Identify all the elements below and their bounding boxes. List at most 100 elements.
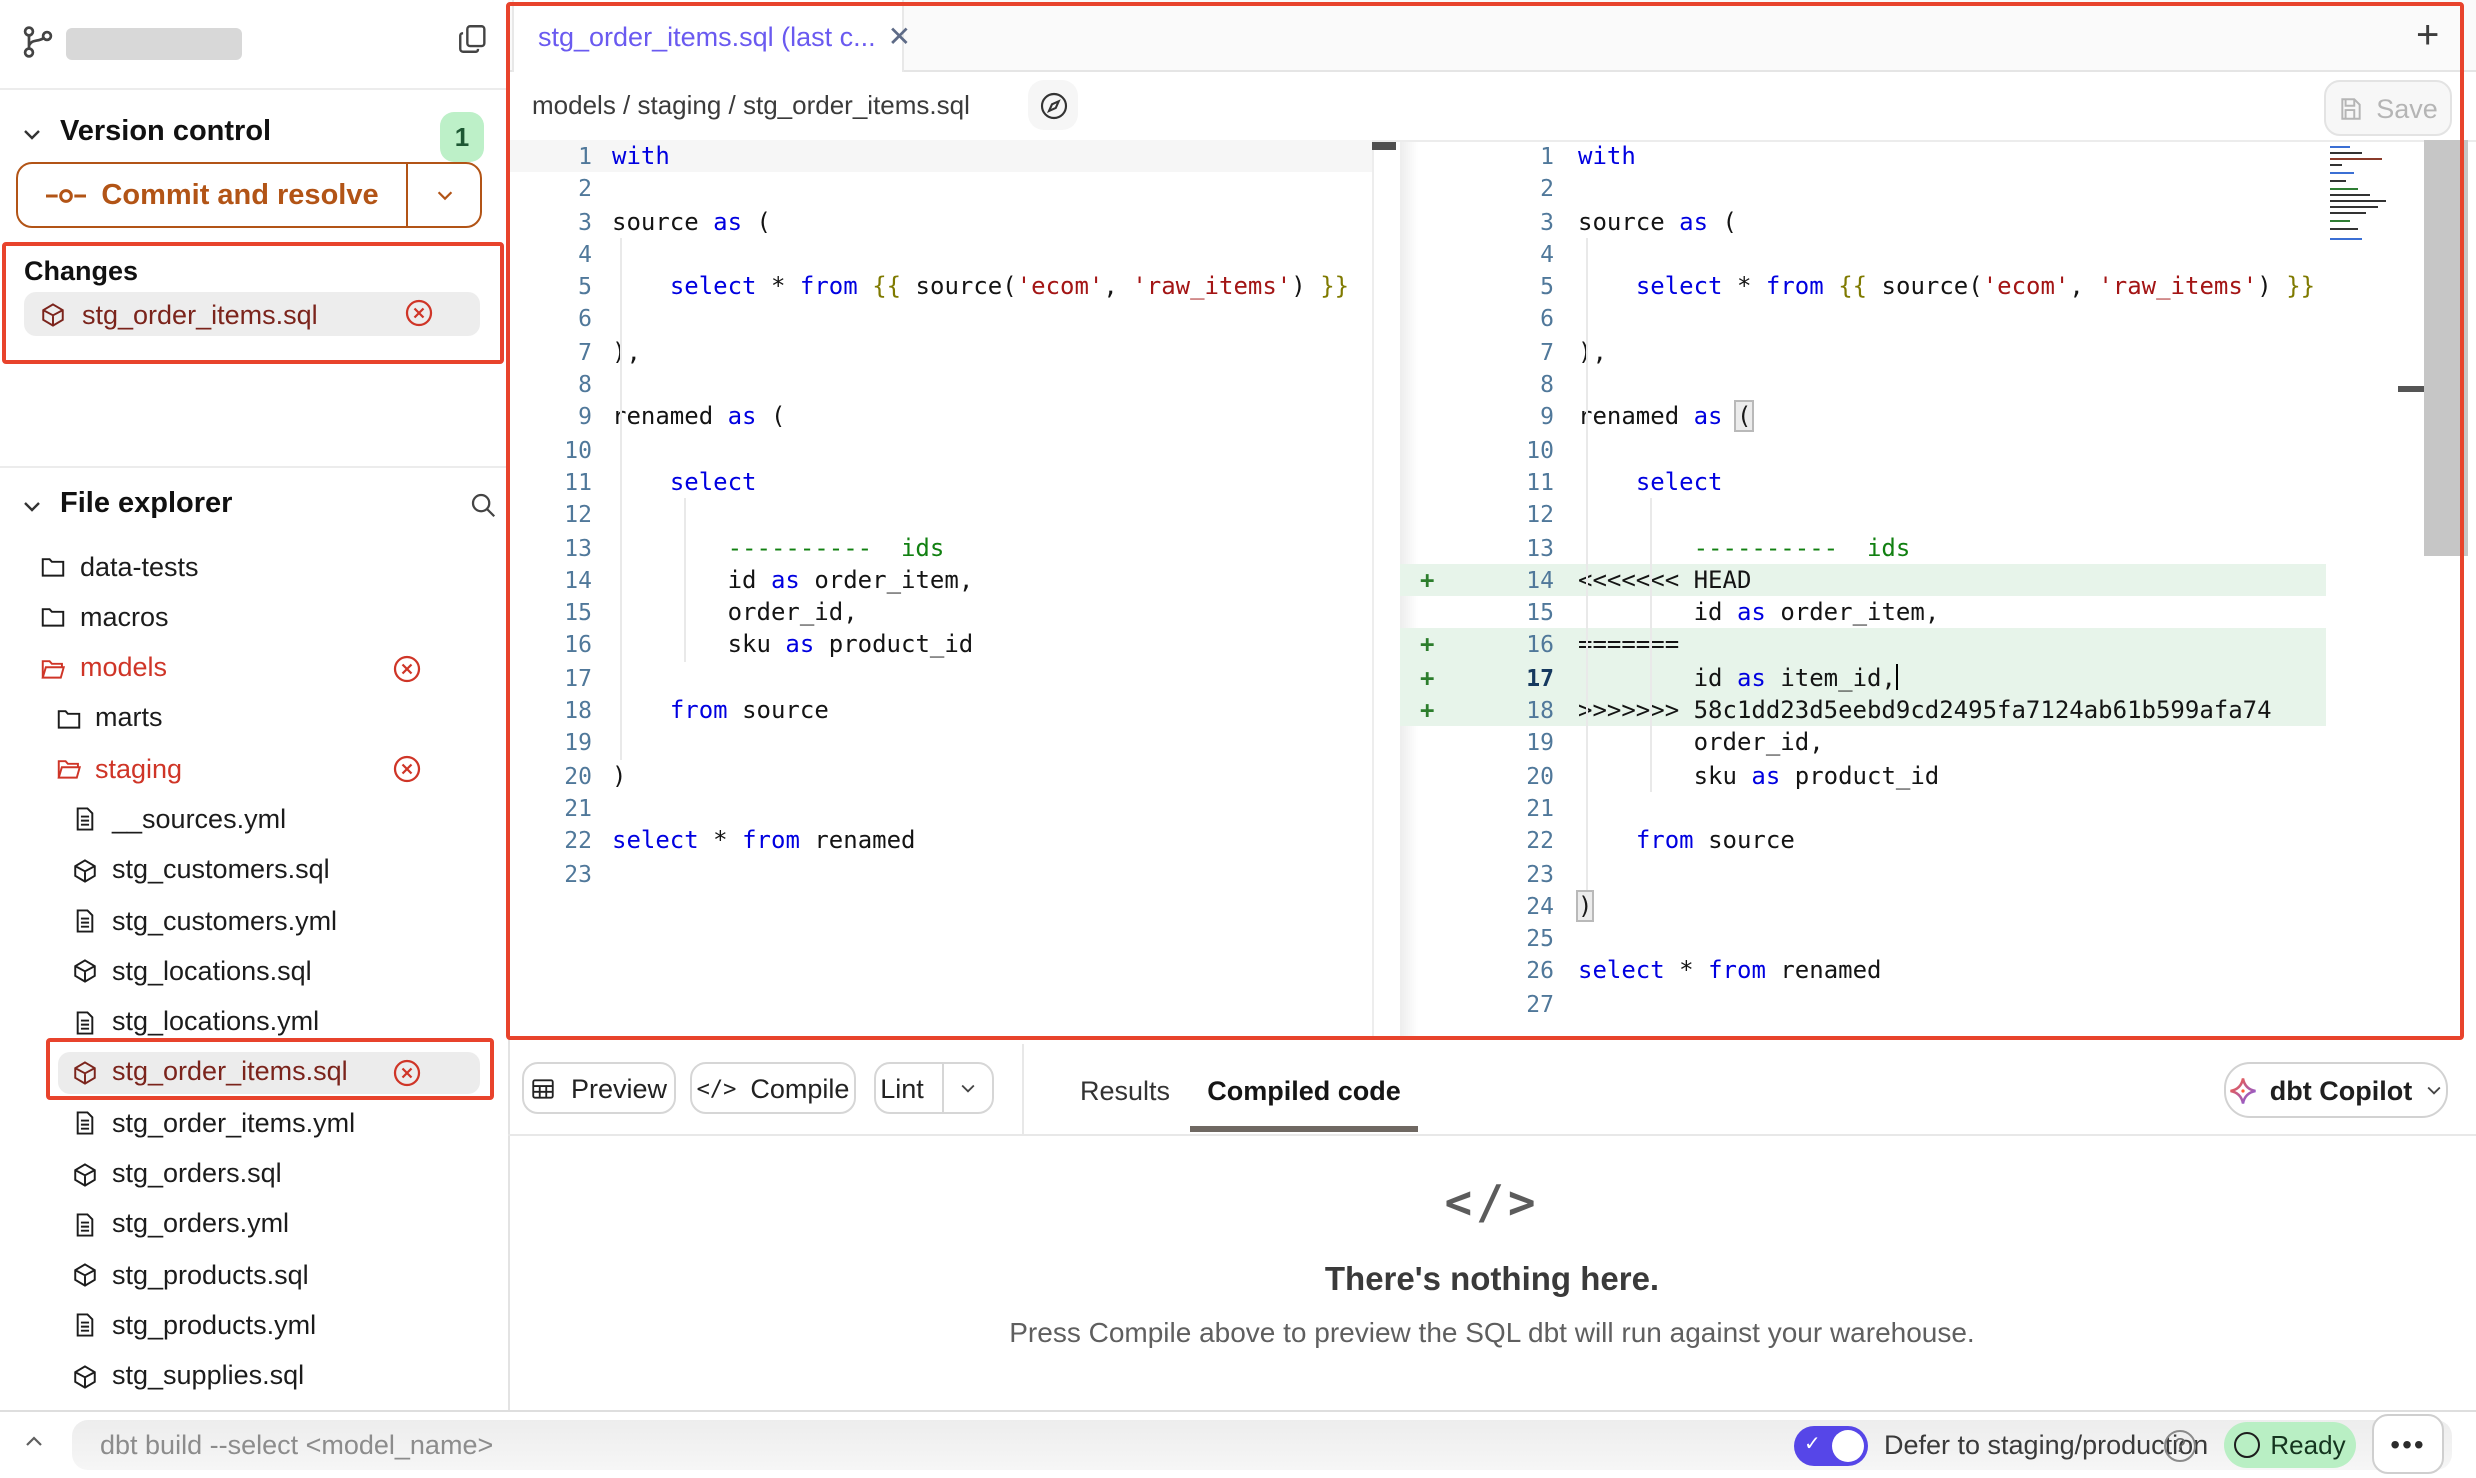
diff-added-marker: + bbox=[1420, 694, 1434, 727]
search-icon[interactable] bbox=[468, 490, 498, 520]
line-number: 17 bbox=[516, 662, 592, 695]
code-line: 13 ---------- ids bbox=[1400, 531, 2326, 564]
tree-item-stg-customers-yml[interactable]: stg_customers.yml bbox=[0, 896, 508, 947]
file-explorer-section[interactable]: File explorer bbox=[0, 480, 508, 532]
chevron-down-icon bbox=[2424, 1080, 2444, 1100]
code-line: 10 bbox=[508, 433, 1372, 466]
code-line: 8 bbox=[508, 368, 1372, 401]
code-line: 17 bbox=[508, 662, 1372, 695]
doc-icon bbox=[72, 1009, 98, 1035]
tab-results[interactable]: Results bbox=[1080, 1076, 1170, 1106]
lint-dropdown-button[interactable] bbox=[942, 1064, 992, 1112]
editor-scrollbar[interactable] bbox=[2424, 140, 2468, 556]
code-line: 10 bbox=[1400, 433, 2326, 466]
tree-item-stg-order-items-yml[interactable]: stg_order_items.yml bbox=[0, 1099, 508, 1150]
command-input[interactable]: dbt build --select <model_name> ✓ Defer … bbox=[72, 1420, 2452, 1470]
tree-item-label: stg_customers.yml bbox=[112, 905, 337, 935]
code-line: 15 id as order_item, bbox=[1400, 596, 2326, 629]
tree-item-stg-products-sql[interactable]: stg_products.sql bbox=[0, 1250, 508, 1301]
commit-and-resolve-button[interactable]: Commit and resolve bbox=[16, 162, 482, 228]
save-label: Save bbox=[2376, 93, 2438, 123]
git-branch-icon[interactable] bbox=[20, 24, 56, 60]
explore-lineage-icon[interactable] bbox=[1028, 80, 1078, 130]
line-number: 1 bbox=[516, 140, 592, 173]
tree-item-macros[interactable]: macros bbox=[0, 593, 508, 644]
branch-name-redacted[interactable] bbox=[66, 28, 242, 60]
lint-button[interactable]: Lint bbox=[874, 1062, 994, 1114]
tree-item-label: stg_products.sql bbox=[112, 1259, 309, 1289]
ready-status-badge[interactable]: Ready bbox=[2224, 1422, 2356, 1468]
code-line: 8 bbox=[1400, 368, 2326, 401]
tab-stg-order-items[interactable]: stg_order_items.sql (last c... ✕ bbox=[512, 0, 904, 72]
code-line: 3source as ( bbox=[1400, 205, 2326, 238]
code-line: 21 bbox=[1400, 792, 2326, 825]
discard-change-icon[interactable] bbox=[392, 754, 422, 784]
line-number: 20 bbox=[1472, 759, 1554, 792]
folder-icon bbox=[55, 706, 81, 732]
sidebar: Version control 1 Commit and resolve Cha… bbox=[0, 0, 510, 1410]
discard-change-icon[interactable] bbox=[404, 298, 434, 328]
tree-item-stg-orders-yml[interactable]: stg_orders.yml bbox=[0, 1200, 508, 1251]
tab-compiled-code[interactable]: Compiled code bbox=[1190, 1076, 1418, 1106]
code-line: 15 order_id, bbox=[508, 596, 1372, 629]
expand-caret-icon[interactable] bbox=[22, 1430, 46, 1454]
chevron-down-icon bbox=[20, 122, 44, 146]
copilot-label: dbt Copilot bbox=[2270, 1075, 2412, 1105]
tree-item-stg-locations-sql[interactable]: stg_locations.sql bbox=[0, 947, 508, 998]
discard-change-icon[interactable] bbox=[392, 1058, 422, 1088]
divider bbox=[0, 466, 508, 468]
divider bbox=[1022, 1044, 1024, 1134]
preview-button[interactable]: Preview bbox=[522, 1062, 676, 1114]
close-icon[interactable]: ✕ bbox=[888, 19, 911, 53]
code-pane-conflict[interactable]: 1with23source as (45 select * from {{ so… bbox=[1400, 140, 2326, 1020]
line-number: 7 bbox=[516, 336, 592, 369]
tree-item-stg-order-items-sql[interactable]: stg_order_items.sql bbox=[0, 1048, 508, 1099]
tree-item-models[interactable]: models bbox=[0, 643, 508, 694]
defer-toggle[interactable]: ✓ bbox=[1794, 1426, 1868, 1466]
commit-dropdown-button[interactable] bbox=[406, 164, 480, 226]
tree-item-stg-supplies-sql[interactable]: stg_supplies.sql bbox=[0, 1352, 508, 1403]
code-line: 22 from source bbox=[1400, 824, 2326, 857]
new-tab-button[interactable]: + bbox=[2416, 14, 2439, 60]
tree-item-label: stg_orders.yml bbox=[112, 1209, 289, 1239]
line-number: 13 bbox=[516, 531, 592, 564]
code-line: 14 id as order_item, bbox=[508, 564, 1372, 597]
code-line: 5 select * from {{ source('ecom', 'raw_i… bbox=[1400, 270, 2326, 303]
folder-icon bbox=[40, 605, 66, 631]
dbt-copilot-button[interactable]: dbt Copilot bbox=[2224, 1062, 2448, 1118]
minimap[interactable] bbox=[2330, 146, 2394, 274]
scrollbar-thumb[interactable] bbox=[1372, 142, 1396, 149]
discard-change-icon[interactable] bbox=[392, 653, 422, 683]
defer-label: Defer to staging/production bbox=[1884, 1430, 2208, 1460]
more-options-button[interactable]: ••• bbox=[2372, 1414, 2444, 1474]
sidebar-header bbox=[0, 0, 508, 90]
folder-open-icon bbox=[40, 655, 66, 681]
tree-item-label: stg_orders.sql bbox=[112, 1158, 282, 1188]
copy-files-icon[interactable] bbox=[456, 22, 490, 56]
tree-item--sources-yml[interactable]: __sources.yml bbox=[0, 795, 508, 846]
tree-item-stg-orders-sql[interactable]: stg_orders.sql bbox=[0, 1149, 508, 1200]
changed-file-item[interactable]: stg_order_items.sql bbox=[24, 292, 480, 336]
save-button[interactable]: Save bbox=[2324, 80, 2452, 136]
commit-icon bbox=[45, 185, 85, 205]
code-line: 11 select bbox=[1400, 466, 2326, 499]
tree-item-stg-products-yml[interactable]: stg_products.yml bbox=[0, 1301, 508, 1352]
version-control-section[interactable]: Version control 1 bbox=[0, 112, 508, 164]
help-icon[interactable]: ? bbox=[2164, 1430, 2196, 1462]
breadcrumb-row: models / staging / stg_order_items.sql bbox=[508, 72, 2476, 142]
tree-item-label: stg_customers.sql bbox=[112, 855, 330, 885]
code-line: 20) bbox=[508, 759, 1372, 792]
line-number: 17 bbox=[1472, 662, 1554, 695]
check-icon: ✓ bbox=[1804, 1434, 1821, 1456]
tree-item-data-tests[interactable]: data-tests bbox=[0, 542, 508, 593]
tree-item-stg-customers-sql[interactable]: stg_customers.sql bbox=[0, 846, 508, 897]
tree-item-marts[interactable]: marts bbox=[0, 694, 508, 745]
lint-label: Lint bbox=[876, 1073, 928, 1103]
compile-button[interactable]: </> Compile bbox=[690, 1062, 856, 1114]
code-line: 2 bbox=[1400, 173, 2326, 206]
code-pane-working[interactable]: 1with23source as (45 select * from {{ so… bbox=[508, 140, 1372, 890]
editor-area: stg_order_items.sql (last c... ✕ + model… bbox=[508, 0, 2476, 1410]
tree-item-staging[interactable]: staging bbox=[0, 744, 508, 795]
tree-item-stg-locations-yml[interactable]: stg_locations.yml bbox=[0, 997, 508, 1048]
diff-added-marker: + bbox=[1420, 629, 1434, 662]
